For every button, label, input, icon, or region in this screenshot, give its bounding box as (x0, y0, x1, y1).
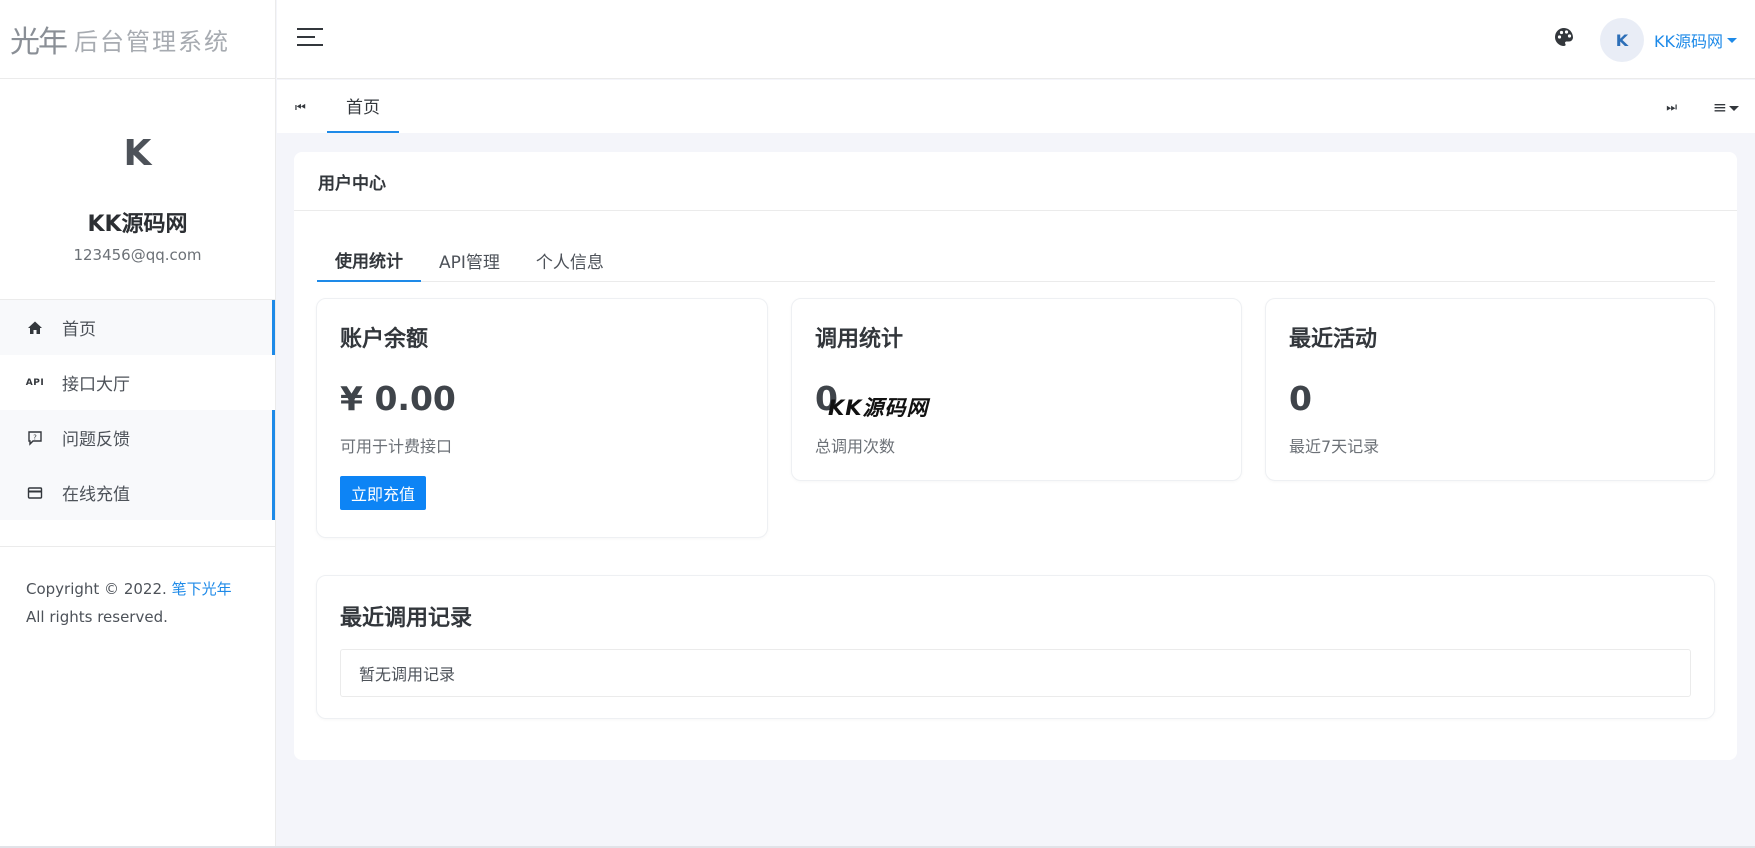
logo-text: 后台管理系统 (74, 27, 230, 56)
profile-email: 123456@qq.com (73, 246, 202, 264)
home-icon (26, 320, 44, 336)
recharge-button[interactable]: 立即充值 (340, 476, 427, 510)
sidebar-item-label: 在线充值 (62, 485, 130, 505)
skip-forward-icon[interactable]: ⏭ (1666, 100, 1677, 115)
card-icon (26, 485, 44, 501)
records-empty-state: 暂无调用记录 (340, 649, 1691, 697)
profile-card: K KK源码网 123456@qq.com (0, 79, 275, 299)
card-title: 最近活动 (1289, 327, 1378, 352)
watermark: KK源码网 (828, 396, 929, 420)
page-tab-bar: ⏮ 首页 ⏭ ≡ (277, 80, 1755, 133)
menu-toggle-icon[interactable] (297, 28, 323, 50)
logo[interactable]: 光年 后台管理系统 (0, 0, 275, 79)
tab-api-management[interactable]: API管理 (421, 238, 518, 282)
tab-menu-icon[interactable]: ≡ (1713, 98, 1739, 118)
tab-usage-stats[interactable]: 使用统计 (317, 238, 421, 282)
subtabs: 使用统计 API管理 个人信息 (317, 238, 1715, 282)
copyright-link[interactable]: 笔下光年 (172, 580, 232, 598)
sidebar-item-home[interactable]: 首页 (0, 300, 275, 355)
balance-value: ¥ 0.00 (340, 379, 456, 418)
card-desc: 可用于计费接口 (340, 437, 453, 456)
sidebar: 光年 后台管理系统 K KK源码网 123456@qq.com 首页 API 接… (0, 0, 276, 848)
tab-profile-info[interactable]: 个人信息 (518, 238, 622, 282)
user-menu[interactable]: K KK源码网 (1600, 18, 1737, 62)
avatar: K (1600, 18, 1644, 62)
user-name: KK源码网 (1654, 32, 1723, 51)
profile-initial: K (123, 133, 152, 174)
svg-text:?: ? (33, 433, 37, 441)
card-title: 账户余额 (340, 327, 429, 352)
profile-name: KK源码网 (87, 212, 188, 237)
feedback-icon: ? (26, 430, 44, 446)
palette-icon[interactable] (1553, 26, 1575, 48)
activity-card: 最近活动 0 最近7天记录 (1265, 298, 1715, 481)
sidebar-nav: 首页 API 接口大厅 ? 问题反馈 在线充值 (0, 299, 275, 547)
api-icon: API (25, 377, 45, 388)
sidebar-item-label: 接口大厅 (62, 375, 130, 395)
copyright: Copyright © 2022. 笔下光年 All rights reserv… (26, 580, 232, 626)
logo-glyph: 光年 (10, 25, 68, 60)
sidebar-item-feedback[interactable]: ? 问题反馈 (0, 410, 275, 465)
skip-back-icon[interactable]: ⏮ (295, 100, 306, 115)
records-title: 最近调用记录 (340, 606, 473, 631)
card-title: 调用统计 (815, 327, 904, 352)
user-center-panel: 用户中心 使用统计 API管理 个人信息 账户余额 ¥ 0.00 可用于计费接口… (294, 152, 1737, 760)
sidebar-item-label: 首页 (62, 320, 96, 340)
top-header: K KK源码网 (277, 0, 1755, 79)
sidebar-item-api-hall[interactable]: API 接口大厅 (0, 355, 275, 410)
balance-card: 账户余额 ¥ 0.00 可用于计费接口 立即充值 (316, 298, 768, 538)
recent-records-card: 最近调用记录 暂无调用记录 (316, 575, 1715, 719)
tab-home[interactable]: 首页 (327, 80, 399, 133)
card-desc: 最近7天记录 (1289, 437, 1380, 456)
chevron-down-icon (1727, 37, 1737, 43)
sidebar-item-recharge[interactable]: 在线充值 (0, 465, 275, 520)
panel-title: 用户中心 (294, 152, 1737, 211)
card-desc: 总调用次数 (815, 437, 896, 456)
calls-card: 调用统计 0 总调用次数 (791, 298, 1242, 481)
activity-value: 0 (1289, 379, 1312, 418)
sidebar-item-label: 问题反馈 (62, 430, 130, 450)
